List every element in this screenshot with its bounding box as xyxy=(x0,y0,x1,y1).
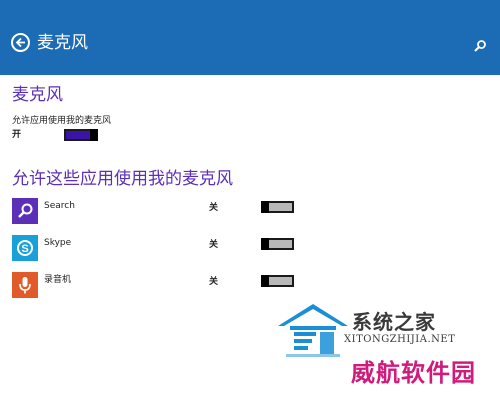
toggle-thumb xyxy=(90,129,98,141)
app-state-label: 关 xyxy=(209,240,219,250)
microphone-icon xyxy=(12,272,38,298)
search-app-icon xyxy=(12,198,38,224)
search-button[interactable] xyxy=(473,38,487,52)
app-row-recorder: 录音机 关 xyxy=(0,272,500,300)
svg-text:S: S xyxy=(21,243,28,255)
watermark-brand: 威航软件园 xyxy=(351,359,476,387)
skype-icon: S xyxy=(12,235,38,261)
app-name: Skype xyxy=(44,238,72,248)
watermark-logo xyxy=(276,302,350,366)
section-title: 麦克风 xyxy=(12,85,63,105)
microphone-toggle[interactable] xyxy=(64,129,98,141)
apps-section-title: 允许这些应用使用我的麦克风 xyxy=(12,169,233,189)
toggle-thumb xyxy=(261,201,269,213)
app-state-label: 关 xyxy=(209,203,219,213)
app-row-search: Search 关 xyxy=(0,198,500,226)
app-row-skype: S Skype 关 xyxy=(0,235,500,263)
toggle-thumb xyxy=(261,238,269,250)
toggle-thumb xyxy=(261,275,269,287)
app-state-label: 关 xyxy=(209,277,219,287)
skype-toggle[interactable] xyxy=(261,238,294,250)
back-button[interactable] xyxy=(11,33,30,52)
watermark-url: XITONGZHIJIA.NET xyxy=(344,334,456,345)
allow-state-label: 开 xyxy=(12,130,22,140)
allow-apps-label: 允许应用使用我的麦克风 xyxy=(12,116,112,126)
page-title: 麦克风 xyxy=(37,33,88,53)
back-arrow-icon xyxy=(15,37,25,48)
header-bar: 麦克风 xyxy=(0,0,500,75)
search-icon xyxy=(474,40,486,52)
search-toggle[interactable] xyxy=(261,201,294,213)
watermark-title: 系统之家 xyxy=(352,310,436,334)
app-name: Search xyxy=(44,201,75,211)
recorder-toggle[interactable] xyxy=(261,275,294,287)
app-name: 录音机 xyxy=(44,275,72,285)
